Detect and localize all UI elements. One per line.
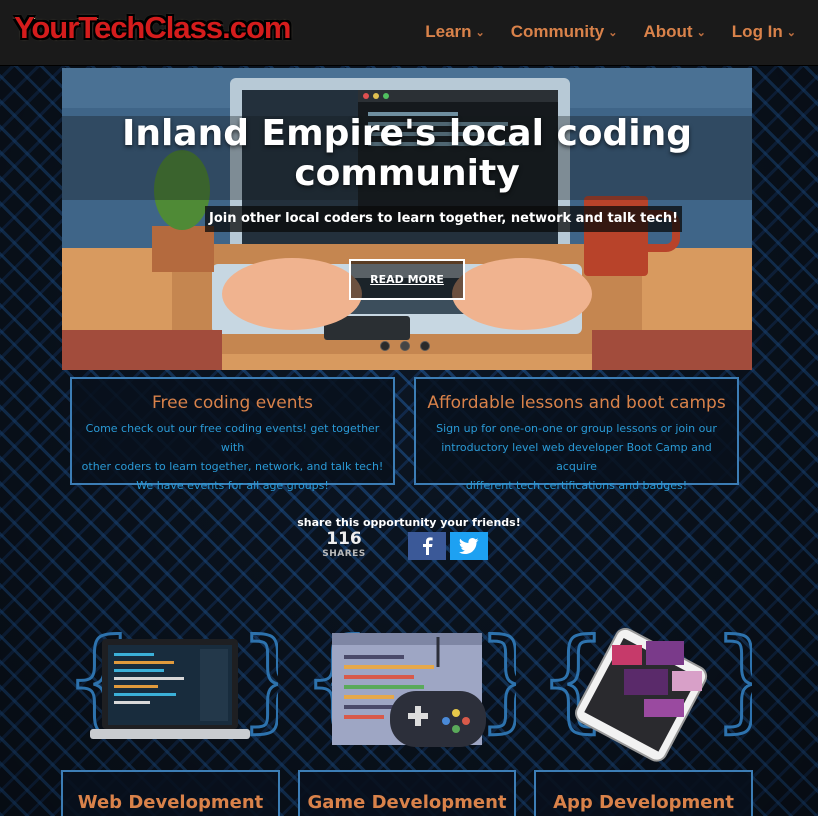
nav-learn[interactable]: Learn ⌄ — [425, 22, 485, 42]
site-logo[interactable]: YourTechClass.com — [14, 10, 291, 46]
slider-dot-3[interactable] — [420, 341, 430, 351]
nav-about[interactable]: About ⌄ — [643, 22, 705, 42]
facebook-share-button[interactable] — [408, 532, 446, 560]
slider-dot-1[interactable] — [380, 341, 390, 351]
nav-learn-label: Learn — [425, 22, 472, 41]
feature-box-lessons: Affordable lessons and boot camps Sign u… — [414, 377, 739, 492]
facebook-icon — [423, 537, 433, 555]
share-count-label: SHARES — [322, 549, 366, 559]
feature-line: Sign up for one-on-one or group lessons … — [436, 422, 717, 435]
feature-line: other coders to learn together, network,… — [81, 460, 384, 473]
feature-line: Come check out our free coding events! g… — [85, 422, 380, 454]
game-development-illustration: { } — [301, 617, 516, 747]
feature-title[interactable]: Affordable lessons and boot camps — [416, 393, 737, 413]
slider-dots — [380, 341, 430, 351]
twitter-icon — [459, 538, 479, 554]
feature-description: Sign up for one-on-one or group lessons … — [416, 419, 737, 495]
service-app-development[interactable]: App Development — [534, 770, 753, 816]
chevron-down-icon: ⌄ — [608, 26, 618, 39]
share-count: 116 — [326, 529, 362, 549]
feature-title[interactable]: Free coding events — [72, 393, 393, 413]
app-development-illustration: { } — [537, 617, 752, 762]
read-more-button[interactable]: READ MORE — [349, 259, 465, 300]
main-nav: Learn ⌄ Community ⌄ About ⌄ Log In ⌄ — [399, 22, 796, 42]
service-web-development[interactable]: Web Development — [61, 770, 280, 816]
nav-login[interactable]: Log In ⌄ — [732, 22, 796, 42]
chevron-down-icon: ⌄ — [786, 26, 796, 39]
service-game-development[interactable]: Game Development — [298, 770, 516, 816]
nav-login-label: Log In — [731, 22, 783, 41]
nav-about-label: About — [643, 22, 693, 41]
web-development-illustration: { } — [63, 617, 279, 745]
top-nav-bar: YourTechClass.com Learn ⌄ Community ⌄ Ab… — [0, 0, 818, 66]
chevron-down-icon: ⌄ — [475, 26, 485, 39]
nav-community-label: Community — [510, 22, 605, 41]
share-prompt: share this opportunity your friends! — [297, 516, 521, 529]
svg-text:}: } — [238, 617, 278, 743]
share-counter: 116 SHARES — [318, 529, 370, 560]
hero-title-line-1: Inland Empire's local coding — [121, 113, 693, 154]
feature-line: introductory level web developer Boot Ca… — [441, 441, 712, 473]
nav-community[interactable]: Community ⌄ — [511, 22, 618, 42]
feature-description: Come check out our free coding events! g… — [72, 419, 393, 495]
chevron-down-icon: ⌄ — [696, 26, 706, 39]
svg-text:}: } — [712, 617, 752, 743]
slider-dot-2[interactable] — [400, 341, 410, 351]
hero-subtitle: Join other local coders to learn togethe… — [205, 206, 683, 232]
hero-title-line-2: community — [294, 153, 520, 194]
hero-title: Inland Empire's local coding community — [62, 114, 752, 194]
twitter-share-button[interactable] — [450, 532, 488, 560]
feature-line: We have events for all age groups! — [136, 479, 329, 492]
feature-box-events: Free coding events Come check out our fr… — [70, 377, 395, 492]
hero-slider: Inland Empire's local coding community J… — [62, 68, 752, 370]
feature-line: different tech certifications and badges… — [465, 479, 688, 492]
